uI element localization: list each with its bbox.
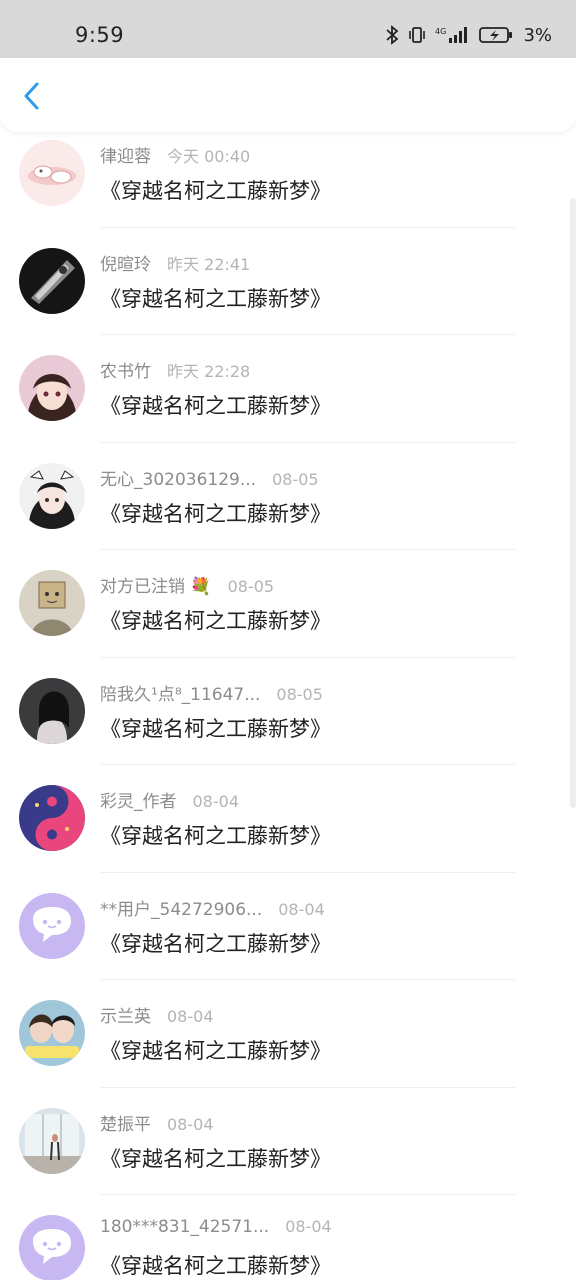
avatar[interactable] [19, 140, 85, 206]
avatar[interactable] [19, 462, 85, 529]
back-button[interactable] [14, 78, 50, 114]
timestamp: 08-05 [272, 469, 319, 489]
avatar[interactable] [19, 247, 85, 314]
message-item[interactable]: 彩灵_作者 08-04 《穿越名柯之工藤新梦》 [0, 765, 576, 873]
timestamp: 08-04 [167, 1007, 214, 1026]
item-header: 对方已注销 💐 08-05 [100, 572, 274, 597]
user-name[interactable]: 无心_302036129... [100, 465, 256, 490]
avatar[interactable] [19, 1107, 85, 1174]
timestamp: 08-04 [278, 899, 325, 919]
message-item[interactable]: 楚振平 08-04 《穿越名柯之工藤新梦》 [0, 1088, 576, 1195]
battery-charging-icon [479, 25, 513, 45]
message-text[interactable]: 《穿越名柯之工藤新梦》 [100, 928, 331, 958]
user-name[interactable]: 楚振平 [100, 1110, 151, 1135]
item-header: 陪我久¹点⁸_11647... 08-05 [100, 680, 323, 705]
item-header: **用户_54272906... 08-04 [100, 895, 325, 920]
avatar[interactable] [19, 677, 85, 744]
avatar[interactable] [19, 570, 85, 636]
message-text[interactable]: 《穿越名柯之工藤新梦》 [100, 390, 331, 420]
message-text[interactable]: 《穿越名柯之工藤新梦》 [100, 175, 331, 205]
item-header: 180***831_42571... 08-04 [100, 1217, 332, 1237]
message-text[interactable]: 《穿越名柯之工藤新梦》 [100, 1035, 331, 1065]
avatar[interactable] [19, 1000, 85, 1066]
header [0, 58, 576, 132]
user-name[interactable]: 倪暄玲 [100, 250, 151, 275]
item-header: 律迎蓉 今天 00:40 [100, 142, 250, 167]
timestamp: 08-04 [192, 792, 240, 811]
timestamp: 08-05 [227, 577, 275, 596]
message-item[interactable]: 倪暄玲 昨天 22:41 《穿越名柯之工藤新梦》 [0, 228, 576, 335]
battery-percent: 3% [523, 24, 552, 46]
message-item[interactable]: **用户_54272906... 08-04 《穿越名柯之工藤新梦》 [0, 873, 576, 980]
user-name[interactable]: 彩灵_作者 [100, 787, 177, 812]
user-name[interactable]: 陪我久¹点⁸_11647... [100, 680, 260, 705]
message-item[interactable]: 无心_302036129... 08-05 《穿越名柯之工藤新梦》 [0, 443, 576, 550]
avatar[interactable] [19, 785, 85, 851]
message-item[interactable]: 180***831_42571... 08-04 《穿越名柯之工藤新梦》 [0, 1195, 576, 1280]
status-icons: 4G 3% [385, 25, 552, 46]
message-item[interactable]: 示兰英 08-04 《穿越名柯之工藤新梦》 [0, 980, 576, 1088]
message-text[interactable]: 《穿越名柯之工藤新梦》 [100, 820, 331, 850]
message-text[interactable]: 《穿越名柯之工藤新梦》 [100, 283, 331, 313]
avatar[interactable] [19, 355, 85, 421]
item-header: 示兰英 08-04 [100, 1002, 214, 1027]
user-name[interactable]: 对方已注销 💐 [100, 572, 212, 597]
message-item[interactable]: 农书竹 昨天 22:28 《穿越名柯之工藤新梦》 [0, 335, 576, 443]
user-name[interactable]: 示兰英 [100, 1002, 151, 1027]
chevron-left-icon [24, 82, 39, 110]
avatar[interactable] [19, 1215, 85, 1280]
message-item[interactable]: 律迎蓉 今天 00:40 《穿越名柯之工藤新梦》 [0, 120, 576, 228]
timestamp: 昨天 22:28 [167, 362, 251, 381]
message-text[interactable]: 《穿越名柯之工藤新梦》 [100, 605, 331, 635]
message-item[interactable]: 陪我久¹点⁸_11647... 08-05 《穿越名柯之工藤新梦》 [0, 658, 576, 765]
timestamp: 08-04 [285, 1217, 332, 1236]
item-header: 倪暄玲 昨天 22:41 [100, 250, 250, 275]
message-list: 律迎蓉 今天 00:40 《穿越名柯之工藤新梦》 倪暄玲 昨天 22:41 《穿越名柯之工… [0, 120, 576, 1280]
message-item[interactable]: 对方已注销 💐 08-05 《穿越名柯之工藤新梦》 [0, 550, 576, 658]
message-text[interactable]: 《穿越名柯之工藤新梦》 [100, 498, 331, 528]
item-header: 楚振平 08-04 [100, 1110, 214, 1135]
message-text[interactable]: 《穿越名柯之工藤新梦》 [100, 1143, 331, 1173]
timestamp: 今天 00:40 [167, 147, 251, 166]
user-name[interactable]: 农书竹 [100, 357, 151, 382]
user-name[interactable]: 律迎蓉 [100, 142, 151, 167]
vibrate-icon [407, 25, 427, 45]
scrollbar[interactable] [570, 198, 576, 808]
status-time: 9:59 [75, 23, 125, 47]
timestamp: 08-04 [167, 1114, 214, 1134]
user-name[interactable]: **用户_54272906... [100, 895, 262, 920]
item-header: 农书竹 昨天 22:28 [100, 357, 250, 382]
timestamp: 08-05 [276, 684, 323, 704]
bluetooth-icon [385, 25, 399, 45]
avatar[interactable] [19, 892, 85, 959]
message-text[interactable]: 《穿越名柯之工藤新梦》 [100, 713, 331, 743]
item-header: 无心_302036129... 08-05 [100, 465, 319, 490]
signal-icon: 4G [435, 25, 471, 45]
item-header: 彩灵_作者 08-04 [100, 787, 239, 812]
timestamp: 昨天 22:41 [167, 254, 251, 274]
user-name[interactable]: 180***831_42571... [100, 1217, 269, 1237]
message-text[interactable]: 《穿越名柯之工藤新梦》 [100, 1250, 331, 1280]
network-type-text: 4G [435, 27, 446, 36]
